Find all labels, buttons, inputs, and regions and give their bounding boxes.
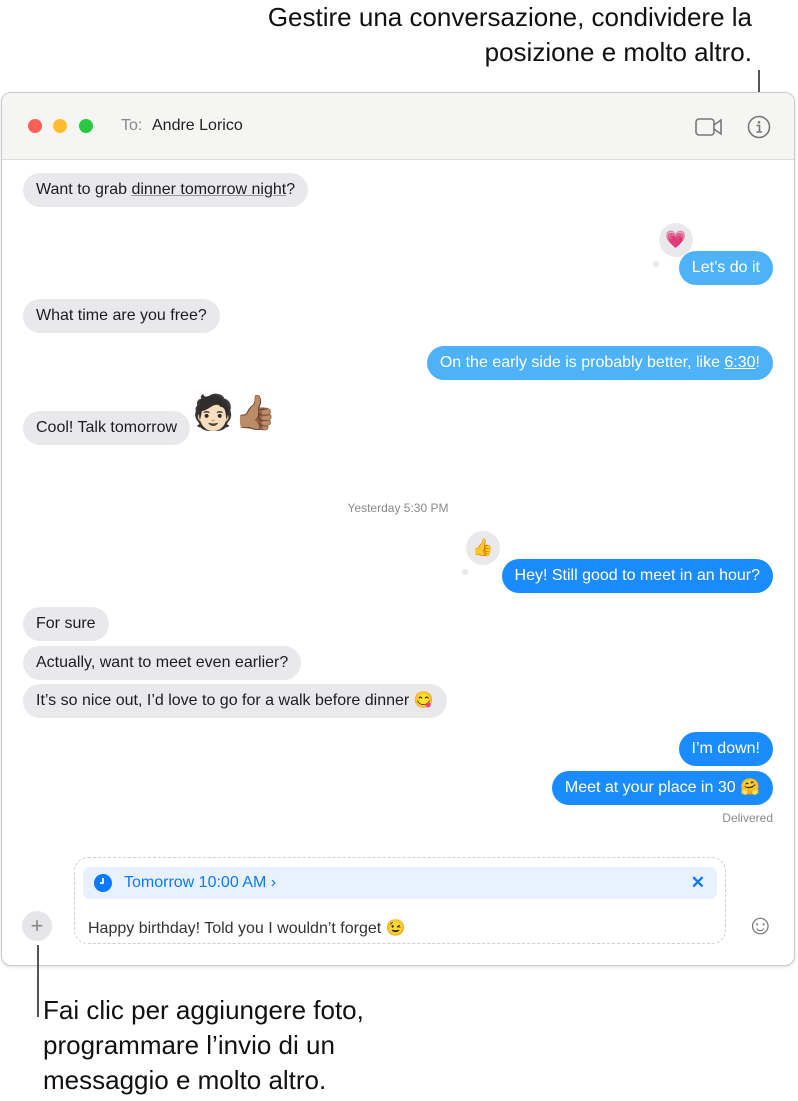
timestamp: Yesterday 5:30 PM <box>347 501 449 515</box>
message-text: ! <box>755 354 760 371</box>
info-icon[interactable] <box>747 115 771 139</box>
zoom-window-button[interactable] <box>79 119 93 133</box>
thumbs-up-tapback[interactable]: 👍 <box>466 531 500 565</box>
message-sent[interactable]: Let’s do it <box>678 251 773 285</box>
emoji-button[interactable]: ☺ <box>746 909 775 941</box>
callout-line: posizione e molto altro. <box>484 37 752 67</box>
clock-icon <box>94 874 112 892</box>
memoji-sticker: 🧑🏻👍🏽 <box>192 394 277 432</box>
recipient-name[interactable]: Andre Lorico <box>152 117 243 135</box>
callout-line: programmare l’invio di un <box>43 1030 335 1060</box>
top-callout: Gestire una conversazione, condividere l… <box>268 0 752 70</box>
message-received[interactable]: For sure <box>23 607 109 641</box>
minimize-window-button[interactable] <box>53 119 67 133</box>
message-text: Want to grab <box>36 181 132 198</box>
video-camera-icon[interactable] <box>695 117 723 137</box>
add-button[interactable]: + <box>22 911 52 941</box>
message-received[interactable]: Cool! Talk tomorrow <box>23 411 191 445</box>
message-text: ? <box>286 181 296 198</box>
data-detector-link[interactable]: dinner tomorrow night <box>131 181 286 198</box>
scheduled-send-bar[interactable]: Tomorrow 10:00 AM › ✕ <box>83 867 717 899</box>
callout-leader <box>37 945 39 1017</box>
message-sent[interactable]: On the early side is probably better, li… <box>426 346 773 380</box>
message-text: On the early side is probably better, li… <box>439 354 725 371</box>
to-label: To: <box>121 117 143 134</box>
message-received[interactable]: Actually, want to meet even earlier? <box>23 646 302 680</box>
message-received[interactable]: It’s so nice out, I’d love to go for a w… <box>23 684 447 718</box>
message-received[interactable]: What time are you free? <box>23 299 220 333</box>
callout-line: Gestire una conversazione, condividere l… <box>267 2 752 32</box>
bottom-callout: Fai clic per aggiungere foto, programmar… <box>43 993 364 1098</box>
tapback-tail <box>462 569 468 575</box>
message-sent[interactable]: I’m down! <box>678 732 773 766</box>
message-received[interactable]: Want to grab dinner tomorrow night? <box>23 173 309 207</box>
delivered-status: Delivered <box>722 811 773 825</box>
close-window-button[interactable] <box>28 119 42 133</box>
time-link[interactable]: 6:30 <box>724 354 755 371</box>
callout-line: messaggio e molto altro. <box>43 1065 327 1095</box>
tapback-tail <box>653 261 659 267</box>
scheduled-time[interactable]: Tomorrow 10:00 AM › <box>124 874 276 892</box>
cancel-schedule-button[interactable]: ✕ <box>691 873 705 893</box>
message-sent[interactable]: Meet at your place in 30 🤗 <box>551 771 773 805</box>
message-input[interactable]: Happy birthday! Told you I wouldn’t forg… <box>88 918 406 938</box>
callout-line: Fai clic per aggiungere foto, <box>43 995 364 1025</box>
message-sent[interactable]: Hey! Still good to meet in an hour? <box>501 559 773 593</box>
messages-window: To: Andre Lorico Want to grab dinner tom… <box>1 92 795 966</box>
title-bar: To: Andre Lorico <box>2 93 794 160</box>
message-composer[interactable]: Tomorrow 10:00 AM › ✕ Happy birthday! To… <box>74 857 726 944</box>
